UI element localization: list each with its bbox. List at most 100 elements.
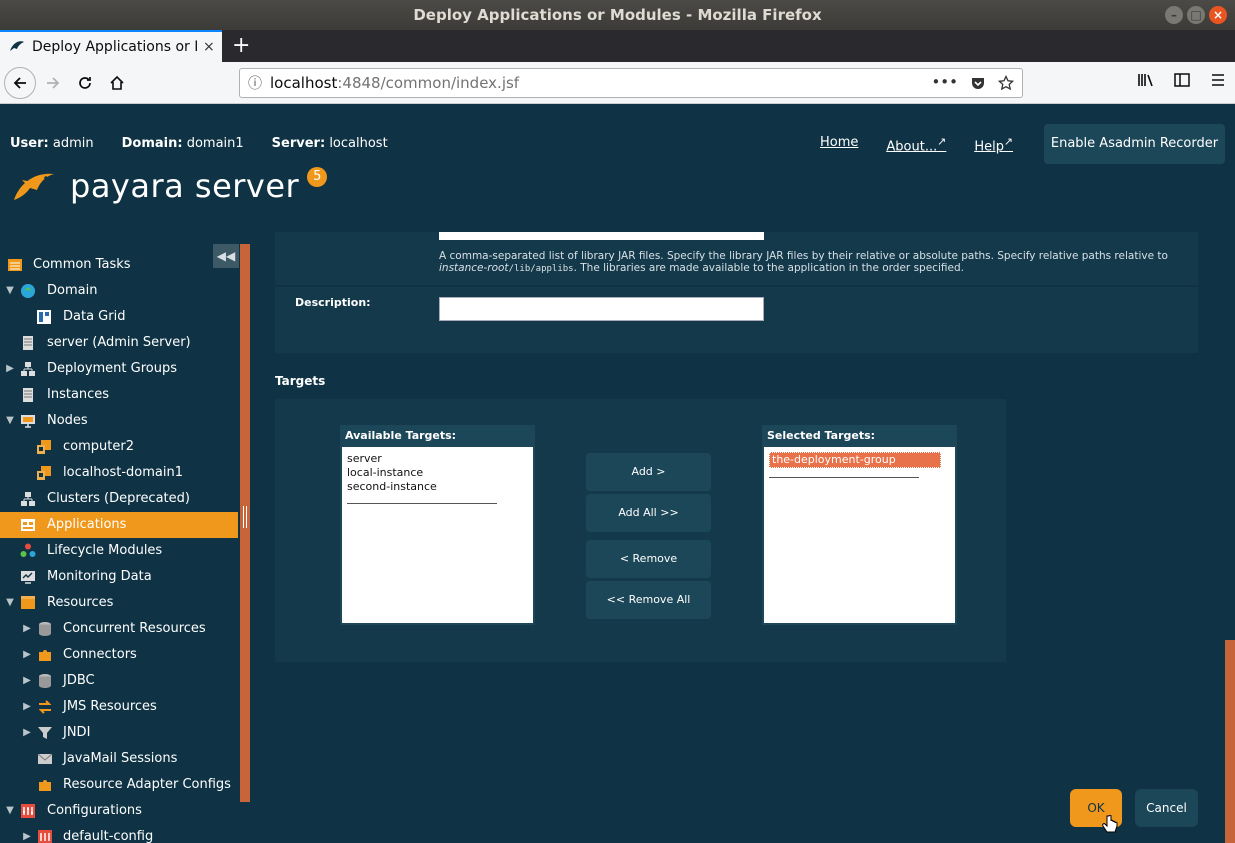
collapsed-arrow-icon[interactable]: ▶ <box>22 694 32 720</box>
tree-item-instances[interactable]: Instances <box>0 382 238 408</box>
tree-item-default-config[interactable]: ▶ default-config <box>0 824 238 843</box>
session-info: User: admin Domain: domain1 Server: loca… <box>10 136 388 151</box>
app-header: User: admin Domain: domain1 Server: loca… <box>0 104 1235 232</box>
expanded-arrow-icon[interactable]: ▼ <box>5 408 15 434</box>
collapsed-arrow-icon[interactable]: ▶ <box>22 824 32 843</box>
hamburger-menu-icon[interactable] <box>1209 72 1227 88</box>
reload-icon <box>79 77 91 89</box>
main-content: A comma-separated list of library JAR fi… <box>250 232 1235 843</box>
tree-item-jndi[interactable]: ▶ JNDI <box>0 720 238 746</box>
enable-asadmin-recorder-button[interactable]: Enable Asadmin Recorder <box>1044 124 1225 164</box>
pocket-icon[interactable] <box>970 75 986 91</box>
toolbar-right <box>1137 72 1227 88</box>
tree-item-concurrent-resources[interactable]: ▶ Concurrent Resources <box>0 616 238 642</box>
list-item[interactable]: second-instance <box>347 480 528 494</box>
address-bar[interactable]: ⓘ localhost:4848/common/index.jsf ••• <box>239 68 1023 98</box>
tab-close-icon[interactable]: × <box>203 39 215 55</box>
tree-item-admin-server[interactable]: server (Admin Server) <box>0 330 238 356</box>
applications-icon <box>21 519 35 531</box>
database-icon <box>39 674 51 688</box>
tree-item-lifecycle-modules[interactable]: Lifecycle Modules <box>0 538 238 564</box>
collapsed-arrow-icon[interactable]: ▶ <box>22 720 32 746</box>
payara-favicon-icon <box>10 41 24 51</box>
available-targets-listbox[interactable]: server local-instance second-instance <box>342 447 533 623</box>
home-link[interactable]: Home <box>820 135 858 154</box>
tree-item-connectors[interactable]: ▶ Connectors <box>0 642 238 668</box>
tree-item-domain[interactable]: ▼ Domain <box>0 278 238 304</box>
sidebar-toggle-icon[interactable] <box>1173 72 1191 88</box>
hand-cursor-icon <box>1102 815 1118 833</box>
minimize-button[interactable]: – <box>1165 6 1183 24</box>
maximize-button[interactable]: □ <box>1187 6 1205 24</box>
window-controls: – □ × <box>1165 6 1227 24</box>
tree-item-localhost-domain1[interactable]: localhost-domain1 <box>0 460 238 486</box>
home-button[interactable] <box>102 68 132 98</box>
list-separator <box>347 496 497 504</box>
library-icon[interactable] <box>1137 72 1155 88</box>
available-targets-label: Available Targets: <box>345 429 457 442</box>
collapsed-arrow-icon[interactable]: ▶ <box>22 616 32 642</box>
globe-icon <box>21 284 35 298</box>
tree-item-configurations[interactable]: ▼ Configurations <box>0 798 238 824</box>
clusters-icon <box>21 492 35 506</box>
collapsed-arrow-icon[interactable]: ▶ <box>5 356 15 382</box>
deploy-form-panel: A comma-separated list of library JAR fi… <box>275 232 1198 353</box>
description-input[interactable] <box>439 297 764 321</box>
url-text[interactable]: localhost:4848/common/index.jsf <box>270 74 519 92</box>
remove-all-targets-button[interactable]: << Remove All <box>586 581 711 619</box>
list-item[interactable]: server <box>347 452 528 466</box>
selected-targets-listbox[interactable]: the-deployment-group <box>764 447 955 623</box>
exchange-arrows-icon <box>38 700 52 714</box>
collapsed-arrow-icon[interactable]: ▶ <box>22 668 32 694</box>
node-icon <box>37 440 51 454</box>
tree-item-clusters[interactable]: Clusters (Deprecated) <box>0 486 238 512</box>
libraries-input[interactable] <box>439 232 764 240</box>
tree-item-nodes[interactable]: ▼ Nodes <box>0 408 238 434</box>
bookmark-star-icon[interactable] <box>998 75 1014 91</box>
list-item[interactable]: local-instance <box>347 466 528 480</box>
tree-item-computer2[interactable]: computer2 <box>0 434 238 460</box>
expanded-arrow-icon[interactable]: ▼ <box>5 590 15 616</box>
back-button[interactable] <box>4 67 36 99</box>
close-window-button[interactable]: × <box>1209 6 1227 24</box>
tree-item-data-grid[interactable]: Data Grid <box>0 304 238 330</box>
remove-target-button[interactable]: < Remove <box>586 540 711 578</box>
expanded-arrow-icon[interactable]: ▼ <box>5 278 15 304</box>
server-icon <box>23 336 33 350</box>
configurations-icon <box>21 804 35 818</box>
list-separator <box>769 470 919 478</box>
browser-tab[interactable]: Deploy Applications or Modules × <box>0 30 222 62</box>
cancel-button[interactable]: Cancel <box>1135 789 1198 827</box>
external-link-icon: ↗ <box>1003 135 1014 148</box>
main-scrollbar[interactable] <box>1225 640 1235 843</box>
external-link-icon: ↗ <box>937 135 947 148</box>
tree-item-monitoring-data[interactable]: Monitoring Data <box>0 564 238 590</box>
about-link[interactable]: About...↗ <box>886 135 946 154</box>
payara-fish-icon <box>14 173 54 200</box>
page-actions-icon[interactable]: ••• <box>931 73 958 91</box>
sidebar-resize-handle[interactable] <box>243 506 247 528</box>
list-item[interactable]: the-deployment-group <box>769 452 941 468</box>
tree-item-deployment-groups[interactable]: ▶ Deployment Groups <box>0 356 238 382</box>
forward-button[interactable] <box>38 68 68 98</box>
add-target-button[interactable]: Add > <box>586 453 711 491</box>
version-badge: 5 <box>307 167 328 187</box>
new-tab-button[interactable]: + <box>232 33 250 58</box>
nodes-icon <box>21 415 35 428</box>
tree-item-jdbc[interactable]: ▶ JDBC <box>0 668 238 694</box>
add-all-targets-button[interactable]: Add All >> <box>586 494 711 532</box>
collapsed-arrow-icon[interactable]: ▶ <box>22 642 32 668</box>
tree-item-resources[interactable]: ▼ Resources <box>0 590 238 616</box>
expanded-arrow-icon[interactable]: ▼ <box>5 798 15 824</box>
tree-item-jms-resources[interactable]: ▶ JMS Resources <box>0 694 238 720</box>
site-info-icon[interactable]: ⓘ <box>240 73 270 93</box>
description-label: Description: <box>295 296 371 309</box>
tree-item-javamail-sessions[interactable]: JavaMail Sessions <box>0 746 238 772</box>
tree-item-common-tasks[interactable]: Common Tasks <box>0 252 238 278</box>
puzzle-icon <box>39 780 51 791</box>
help-link[interactable]: Help↗ <box>974 135 1013 154</box>
tree-item-resource-adapter-configs[interactable]: Resource Adapter Configs <box>0 772 238 798</box>
reload-button[interactable] <box>70 68 100 98</box>
tree-item-applications[interactable]: Applications <box>0 512 238 538</box>
home-icon <box>110 75 124 90</box>
